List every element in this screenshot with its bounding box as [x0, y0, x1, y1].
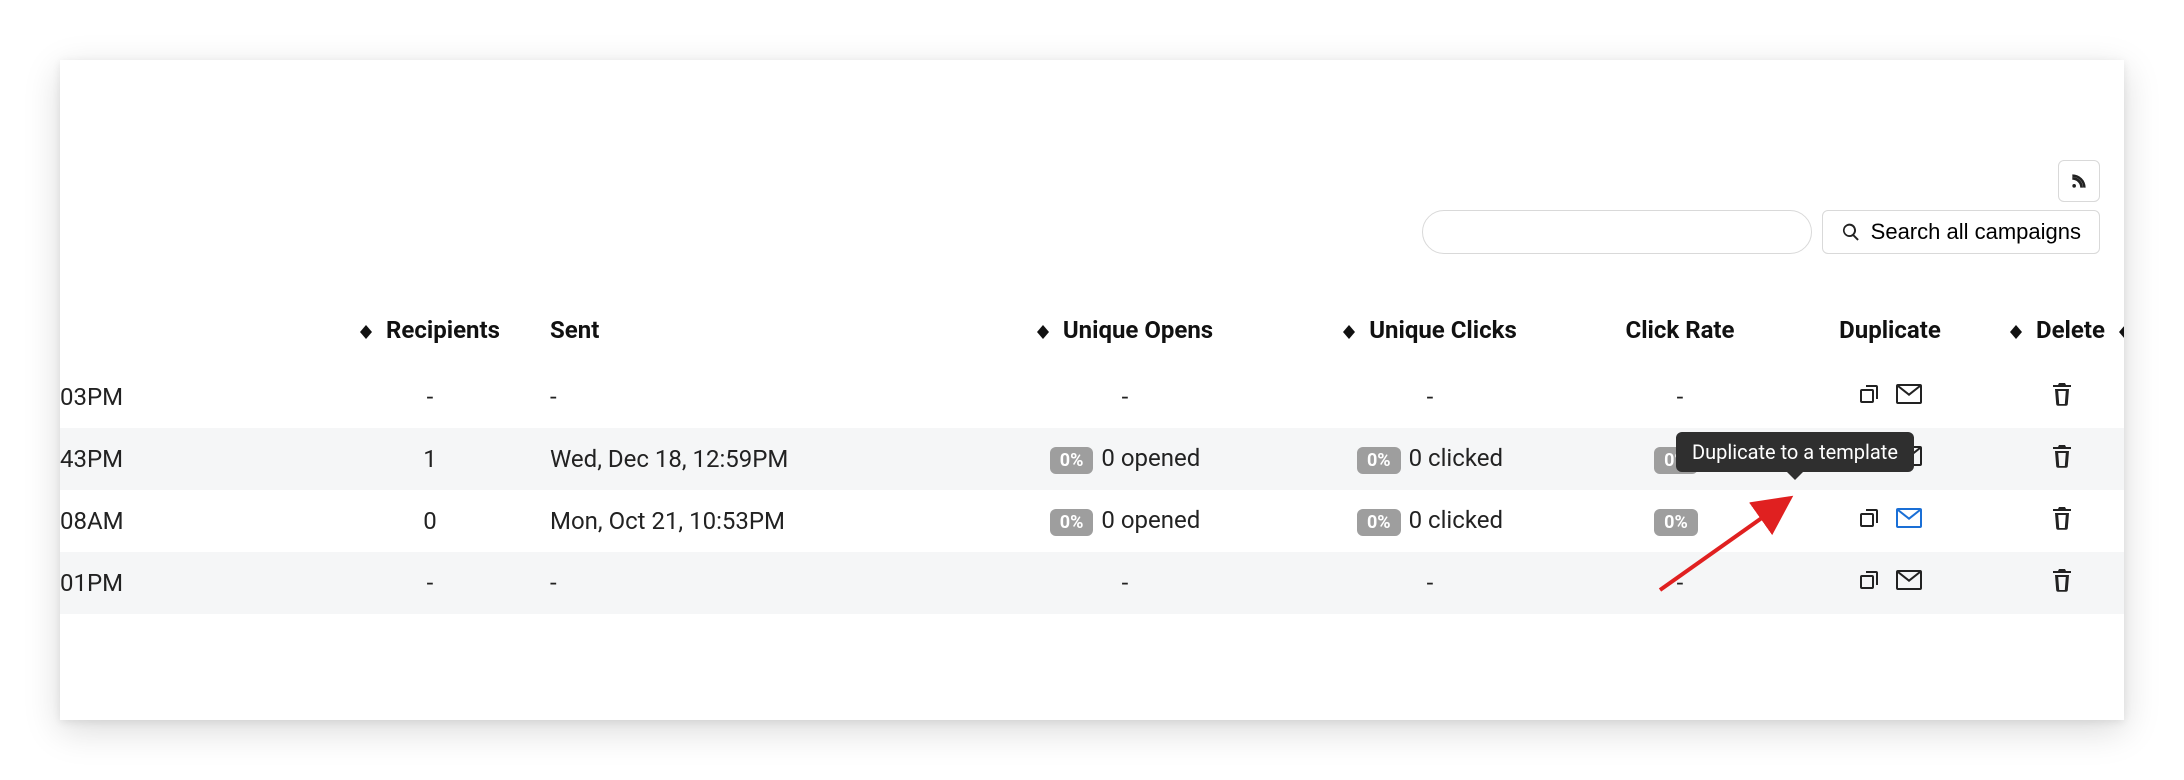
clicks-text: - [1427, 383, 1434, 411]
clicks-cell: - [1280, 552, 1580, 614]
opens-text: 0 opened [1101, 506, 1200, 534]
col-click-rate[interactable]: Click Rate [1580, 300, 1780, 366]
clicks-cell: - [1280, 366, 1580, 428]
campaign-table-card: Search all campaigns Recipients Sent [60, 60, 2124, 720]
col-unique-clicks[interactable]: Unique Clicks [1280, 300, 1580, 366]
clicks-text: 0 clicked [1409, 444, 1503, 472]
duplicate-copy-icon[interactable] [1858, 382, 1882, 406]
col-sent[interactable]: Sent [540, 300, 970, 366]
search-button-label: Search all campaigns [1871, 219, 2081, 245]
duplicate-cell [1780, 490, 2000, 552]
percent-badge: 0% [1654, 509, 1698, 536]
opens-text: 0 opened [1101, 444, 1200, 472]
recipients-cell: - [320, 366, 540, 428]
rate-cell: - [1580, 552, 1780, 614]
recipients-cell: - [320, 552, 540, 614]
duplicate-copy-icon[interactable] [1858, 506, 1882, 530]
sort-icon [360, 325, 372, 339]
clicks-text: 0 clicked [1409, 506, 1503, 534]
col-delete[interactable]: Delete [2000, 300, 2124, 366]
opens-cell: - [970, 552, 1280, 614]
sort-icon [2010, 325, 2022, 339]
duplicate-cell [1780, 552, 2000, 614]
clicks-text: - [1427, 569, 1434, 597]
clicks-cell: 0% 0 clicked [1280, 490, 1580, 552]
delete-icon[interactable] [2051, 382, 2073, 406]
sort-icon [2119, 325, 2124, 339]
delete-icon[interactable] [2051, 506, 2073, 530]
opens-text: - [1122, 569, 1129, 597]
percent-badge: 0% [1357, 447, 1401, 474]
tooltip-duplicate-template: Duplicate to a template [1676, 432, 1914, 472]
sent-cell: - [540, 552, 970, 614]
recipients-cell: 0 [320, 490, 540, 552]
delete-icon[interactable] [2051, 444, 2073, 468]
sent-cell: Mon, Oct 21, 10:53PM [540, 490, 970, 552]
duplicate-template-icon[interactable] [1896, 570, 1922, 590]
duplicate-copy-icon[interactable] [1858, 568, 1882, 592]
delete-cell [2000, 552, 2124, 614]
table-row: 03PM----- [60, 366, 2124, 428]
col-unique-opens[interactable]: Unique Opens [970, 300, 1280, 366]
delete-cell [2000, 366, 2124, 428]
delete-cell [2000, 490, 2124, 552]
time-cell: 03PM [60, 366, 320, 428]
percent-badge: 0% [1357, 509, 1401, 536]
rss-button[interactable] [2058, 160, 2100, 202]
sent-cell: - [540, 366, 970, 428]
duplicate-template-icon[interactable] [1896, 508, 1922, 528]
opens-text: - [1122, 383, 1129, 411]
time-cell: 01PM [60, 552, 320, 614]
opens-cell: - [970, 366, 1280, 428]
sort-icon [1343, 325, 1355, 339]
rate-text: - [1677, 569, 1684, 597]
clicks-cell: 0% 0 clicked [1280, 428, 1580, 490]
percent-badge: 0% [1050, 509, 1094, 536]
time-cell: 43PM [60, 428, 320, 490]
duplicate-template-icon[interactable] [1896, 384, 1922, 404]
rate-text: - [1677, 383, 1684, 411]
time-cell: 08AM [60, 490, 320, 552]
opens-cell: 0% 0 opened [970, 490, 1280, 552]
search-icon [1841, 222, 1861, 242]
col-recipients[interactable]: Recipients [320, 300, 540, 366]
search-input[interactable] [1422, 210, 1812, 254]
recipients-cell: 1 [320, 428, 540, 490]
search-all-campaigns-button[interactable]: Search all campaigns [1822, 210, 2100, 254]
col-duplicate[interactable]: Duplicate [1780, 300, 2000, 366]
search-toolbar: Search all campaigns [1422, 210, 2100, 254]
rss-icon [2069, 171, 2089, 191]
percent-badge: 0% [1050, 447, 1094, 474]
sort-icon [1037, 325, 1049, 339]
rate-cell: 0% [1580, 490, 1780, 552]
sent-cell: Wed, Dec 18, 12:59PM [540, 428, 970, 490]
delete-icon[interactable] [2051, 568, 2073, 592]
rate-cell: - [1580, 366, 1780, 428]
opens-cell: 0% 0 opened [970, 428, 1280, 490]
duplicate-cell [1780, 366, 2000, 428]
table-row: 01PM----- [60, 552, 2124, 614]
table-row: 08AM0Mon, Oct 21, 10:53PM 0% 0 opened 0% 0 c… [60, 490, 2124, 552]
delete-cell [2000, 428, 2124, 490]
